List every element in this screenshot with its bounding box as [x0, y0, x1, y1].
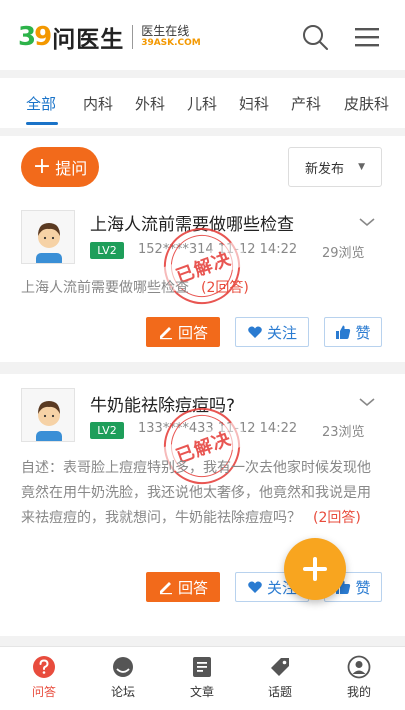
logo-name: 问医生 — [52, 27, 125, 53]
like-button[interactable]: 赞 — [324, 317, 382, 347]
plus-icon: + — [32, 154, 52, 179]
heart-icon — [248, 326, 262, 338]
caret-down-icon: ▼ — [358, 162, 365, 172]
topic-tag-icon — [271, 658, 289, 676]
chevron-down-icon[interactable] — [358, 396, 376, 408]
profile-icon — [347, 655, 371, 679]
nav-item-topics[interactable]: 话题 — [250, 655, 310, 700]
ask-question-button[interactable]: + 提问 — [21, 147, 99, 187]
tab-internal-medicine[interactable]: 内科 — [83, 93, 113, 114]
menu-icon[interactable] — [354, 26, 380, 48]
forum-icon — [113, 657, 133, 677]
active-tab-indicator — [26, 122, 58, 125]
nav-item-articles[interactable]: 文章 — [172, 655, 232, 700]
sort-value: 新发布 — [305, 161, 345, 177]
question-toolbar: + 提问 新发布 ▼ — [0, 136, 405, 198]
question-card[interactable]: 牛奶能祛除痘痘吗? LV2 133****433 11-12 14:22 23浏… — [0, 374, 405, 636]
pencil-icon — [159, 327, 172, 340]
nav-item-qa[interactable]: 问答 — [14, 655, 74, 700]
bottom-navigation: 问答 论坛 文章 话题 我的 — [0, 646, 405, 710]
search-icon[interactable] — [302, 24, 328, 50]
app-header: 39 问医生 医生在线 39ASK.COM — [0, 0, 405, 70]
question-icon — [33, 656, 55, 678]
user-avatar-icon — [36, 223, 62, 263]
nav-item-forum[interactable]: 论坛 — [93, 655, 153, 700]
heart-icon — [248, 581, 262, 593]
answer-button[interactable]: 回答 — [146, 572, 220, 602]
article-icon — [193, 657, 211, 677]
answer-count: (2回答) — [201, 280, 249, 296]
plus-icon — [303, 557, 327, 581]
logo-mark: 39 — [18, 22, 52, 52]
view-count: 23浏览 — [322, 425, 365, 440]
tab-all[interactable]: 全部 — [26, 93, 56, 114]
answer-button[interactable]: 回答 — [146, 317, 220, 347]
question-card[interactable]: 上海人流前需要做哪些检查 LV2 152****314 11-12 14:22 … — [0, 198, 405, 362]
tab-dermatology[interactable]: 皮肤科 — [344, 93, 389, 114]
pencil-icon — [159, 582, 172, 595]
question-summary[interactable]: 自述：表哥脸上痘痘特别多，我有一次去他家时候发现他竟然在用牛奶洗脸，我还说他太奢… — [21, 456, 383, 531]
avatar — [21, 388, 75, 442]
follow-button[interactable]: 关注 — [235, 317, 309, 347]
thumbs-up-icon — [336, 325, 351, 339]
user-level-badge: LV2 — [90, 242, 124, 259]
user-level-badge: LV2 — [90, 422, 124, 439]
floating-add-button[interactable] — [284, 538, 346, 600]
category-tabs: 全部 内科 外科 儿科 妇科 产科 皮肤科 — [0, 78, 405, 128]
chevron-down-icon[interactable] — [358, 216, 376, 228]
tab-obstetrics[interactable]: 产科 — [291, 93, 321, 114]
tab-pediatrics[interactable]: 儿科 — [187, 93, 217, 114]
site-logo[interactable]: 39 问医生 医生在线 39ASK.COM — [18, 20, 201, 54]
sort-dropdown[interactable]: 新发布 ▼ — [288, 147, 382, 187]
logo-divider — [132, 25, 134, 49]
tab-surgery[interactable]: 外科 — [135, 93, 165, 114]
question-summary[interactable]: 上海人流前需要做哪些检查 (2回答) — [21, 276, 383, 301]
logo-subtitle: 医生在线 39ASK.COM — [141, 24, 201, 48]
view-count: 29浏览 — [322, 246, 365, 261]
answer-count: (2回答) — [313, 510, 361, 526]
nav-item-profile[interactable]: 我的 — [329, 655, 389, 700]
user-avatar-icon — [36, 401, 62, 441]
avatar — [21, 210, 75, 264]
tab-gynecology[interactable]: 妇科 — [239, 93, 269, 114]
ask-label: 提问 — [55, 159, 88, 178]
